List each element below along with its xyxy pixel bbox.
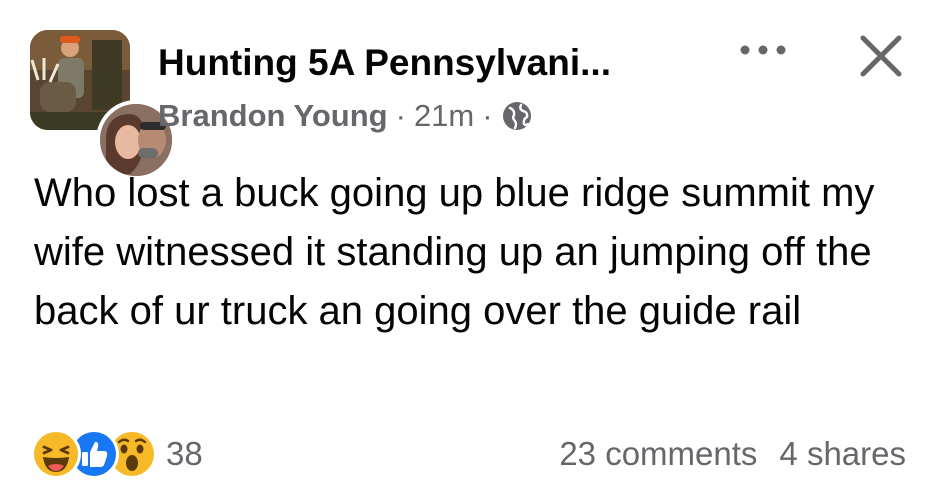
globe-icon [501, 100, 533, 132]
author-name-link[interactable]: Brandon Young [158, 98, 388, 134]
reaction-icons [30, 428, 160, 480]
meta-separator: · [482, 98, 493, 133]
meta-separator: · [395, 98, 406, 133]
engagement-stats: 23 comments 4 shares [559, 430, 906, 478]
comments-count-link[interactable]: 23 comments [559, 435, 757, 473]
reactions-summary[interactable]: 38 [30, 426, 203, 482]
shares-count-link[interactable]: 4 shares [779, 435, 906, 473]
post-card: Hunting 5A Pennsylvani... Brandon Young … [0, 0, 938, 500]
avatar-group[interactable] [30, 30, 176, 180]
post-body-text: Who lost a buck going up blue ridge summ… [34, 171, 875, 333]
haha-reaction-icon [31, 429, 81, 479]
post-timestamp[interactable]: 21m [414, 98, 474, 134]
reaction-count[interactable]: 38 [166, 435, 203, 473]
post-meta: Brandon Young · 21m · [158, 96, 533, 136]
close-button[interactable] [850, 25, 912, 87]
more-options-button[interactable] [735, 30, 791, 70]
more-options-icon [740, 45, 786, 55]
group-name-link[interactable]: Hunting 5A Pennsylvani... [158, 40, 718, 86]
close-icon [860, 35, 902, 77]
